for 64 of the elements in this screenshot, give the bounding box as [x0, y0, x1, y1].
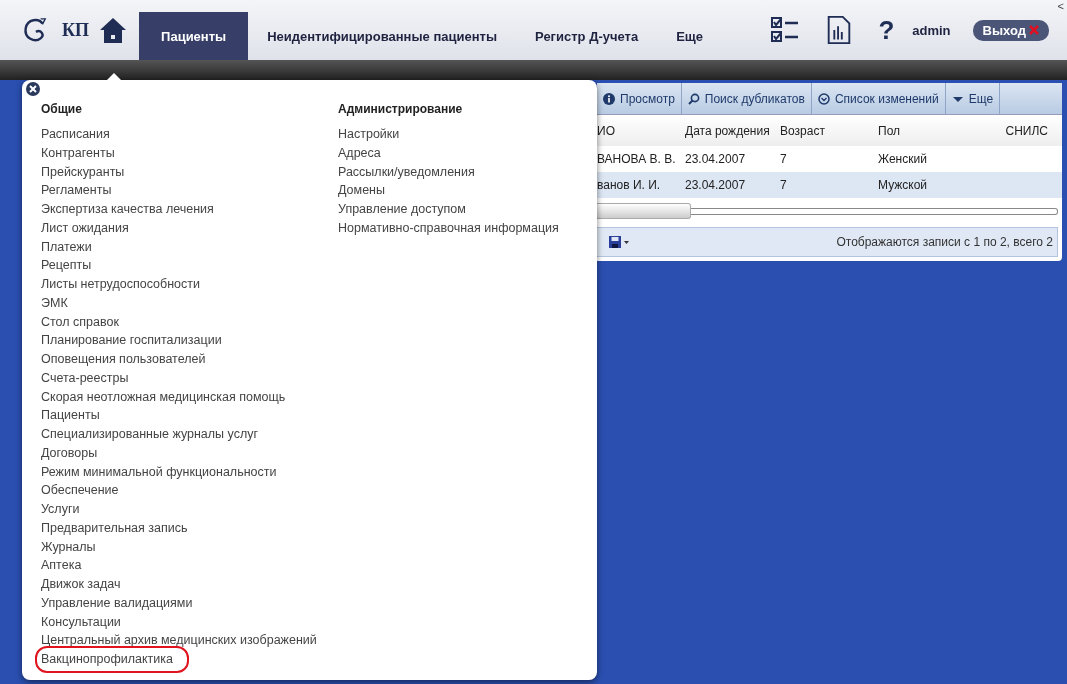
menu-item[interactable]: Скорая неотложная медицинская помощь — [41, 387, 286, 407]
menu-item[interactable]: Договоры — [41, 443, 98, 463]
menu-heading: Администрирование — [338, 102, 463, 118]
nav-tab[interactable]: Пациенты — [139, 12, 249, 60]
menu-item[interactable]: Обеспечение — [41, 481, 119, 500]
menu-item[interactable]: Консультации — [41, 612, 121, 632]
menu-item[interactable]: Аптека — [41, 556, 82, 575]
menu-item[interactable]: Экспертиза качества лечения — [41, 200, 214, 219]
nav-tab[interactable]: Еще — [657, 12, 723, 60]
menu-item[interactable]: Прейскуранты — [41, 162, 125, 182]
table-cell-text: Мужской — [878, 178, 929, 192]
menu-item[interactable]: ЭМК — [41, 293, 68, 313]
menu-item[interactable]: Контрагенты — [41, 143, 115, 163]
table-cell-text: Женский — [878, 152, 928, 166]
column-header[interactable]: Пол — [878, 123, 978, 138]
column-header[interactable]: Дата рождения — [685, 123, 780, 138]
column-header[interactable]: Возраст — [780, 123, 878, 138]
menu-item[interactable]: Рецепты — [41, 256, 92, 275]
menu-item[interactable]: Стол справок — [41, 312, 119, 332]
table-row[interactable]: ванов И. И. 23.04.2007 7 Мужской — [597, 172, 1062, 198]
menu-item[interactable]: Оповещения пользователей — [41, 350, 206, 369]
table-cell-text: 23.04.2007 — [685, 178, 747, 192]
logo-text: КП — [62, 19, 90, 41]
menu-item[interactable]: Услуги — [41, 500, 80, 519]
table-row[interactable]: ВАНОВА В. В. 23.04.2007 7 Женский — [597, 146, 1062, 172]
menu-item[interactable]: Журналы — [41, 537, 96, 557]
menu-item[interactable]: Режим минимальной функциональности — [41, 462, 277, 482]
menu-item[interactable]: Управление валидациями — [41, 593, 193, 613]
menu-item[interactable]: Лист ожидания — [41, 218, 129, 238]
menu-heading: Общие — [41, 102, 82, 118]
table-cell-text: ванов И. И. — [597, 178, 662, 192]
table-cell-text: 7 — [780, 152, 788, 166]
menu-item[interactable]: Предварительная запись — [41, 518, 188, 538]
column-header[interactable]: ИО — [597, 123, 685, 138]
menu-item[interactable]: Счета-реестры — [41, 368, 129, 388]
table-cell-text: 7 — [780, 178, 788, 192]
menu-item[interactable]: Платежи — [41, 237, 92, 257]
menu-item[interactable]: Домены — [338, 181, 385, 200]
menu-item[interactable]: Рассылки/уведомления — [338, 162, 475, 182]
collapse-glyph[interactable]: < — [1057, 0, 1064, 12]
table-cell-text: 23.04.2007 — [685, 152, 747, 166]
menu-item[interactable]: Нормативно-справочная информация — [338, 218, 559, 238]
toolbar-button[interactable]: Поиск дубликатов — [681, 83, 812, 114]
menu-item[interactable]: Пациенты — [41, 406, 100, 425]
help-button[interactable]: ? — [878, 14, 895, 46]
user-name: admin — [912, 22, 951, 38]
menu-item[interactable]: Расписания — [41, 125, 110, 144]
menu-item[interactable]: Движок задач — [41, 575, 121, 594]
menu-item[interactable]: Планирование госпитализации — [41, 331, 222, 350]
nav-tab[interactable]: Неидентифицированные пациенты — [248, 12, 517, 60]
logout-button[interactable]: Выход — [972, 19, 1049, 41]
menu-item[interactable]: Управление доступом — [338, 200, 466, 219]
menu-item[interactable]: Регламенты — [41, 181, 112, 200]
status-text: Отображаются записи с 1 по 2, всего 2 — [836, 235, 1053, 249]
nav-tab[interactable]: Регистр Д-учета — [516, 12, 658, 60]
menu-item[interactable]: Центральный архив медицинских изображений — [41, 631, 317, 650]
menu-item[interactable]: Адреса — [338, 143, 381, 163]
toolbar-button[interactable]: Еще — [945, 83, 1001, 114]
menu-item[interactable]: Специализированные журналы услуг — [41, 425, 259, 444]
menu-item[interactable]: Настройки — [338, 125, 400, 144]
menu-item[interactable]: Листы нетрудоспособности — [41, 275, 200, 294]
column-header[interactable]: СНИЛС — [978, 123, 1048, 138]
table-cell-text: ВАНОВА В. В. — [597, 152, 677, 166]
toolbar-button[interactable]: Список изменений — [811, 83, 946, 114]
